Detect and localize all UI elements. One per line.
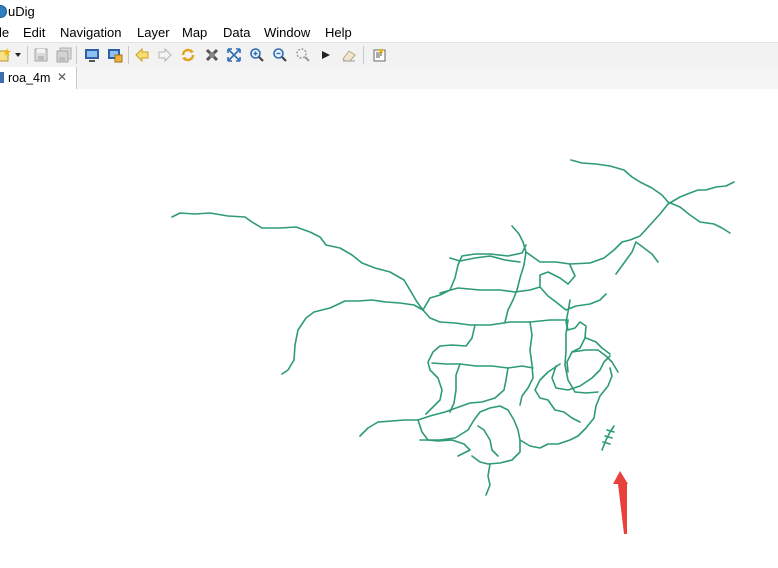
toolbar-separator	[363, 46, 364, 64]
road-segment	[519, 367, 613, 449]
zoom-extent-icon[interactable]	[226, 47, 242, 63]
toolbar-separator	[76, 46, 77, 64]
annotation-arrow	[613, 471, 628, 534]
road-segment	[539, 286, 607, 311]
refresh-icon[interactable]	[180, 47, 196, 63]
zoom-selection-icon[interactable]	[295, 47, 311, 63]
road-segment	[422, 309, 569, 326]
menu-window[interactable]: Window	[264, 25, 310, 40]
main-toolbar	[0, 42, 778, 68]
menu-bar: le Edit Navigation Layer Map Data Window…	[0, 22, 778, 42]
menu-layer[interactable]: Layer	[137, 25, 170, 40]
road-segment	[485, 463, 491, 496]
road-segment	[565, 299, 587, 373]
dropdown-arrow-icon[interactable]	[13, 47, 23, 63]
road-segment	[422, 244, 527, 311]
tab-roa-4m[interactable]: roa_4m ✕	[0, 67, 77, 89]
show-map-icon[interactable]	[84, 47, 100, 63]
new-wizard-icon[interactable]	[0, 47, 12, 63]
road-segment	[431, 362, 534, 369]
tab-label: roa_4m	[8, 71, 51, 85]
menu-file[interactable]: le	[0, 25, 9, 40]
zoom-out-icon[interactable]	[272, 47, 288, 63]
udig-app-icon	[0, 5, 7, 18]
forward-icon[interactable]	[157, 47, 173, 63]
menu-map[interactable]: Map	[182, 25, 207, 40]
toolbar-separator	[128, 46, 129, 64]
stop-icon[interactable]	[204, 47, 220, 63]
map-viewport[interactable]	[0, 89, 778, 568]
eraser-icon[interactable]	[341, 47, 357, 63]
save-all-icon[interactable]	[56, 47, 72, 63]
map-editor-icon	[0, 72, 4, 83]
road-segment	[359, 419, 419, 437]
road-segment	[417, 367, 509, 421]
zoom-in-icon[interactable]	[249, 47, 265, 63]
road-network-layer	[171, 159, 735, 496]
save-icon[interactable]	[33, 47, 49, 63]
title-bar: uDig	[0, 0, 778, 22]
menu-help[interactable]: Help	[325, 25, 352, 40]
road-segment	[551, 355, 611, 391]
map-properties-icon[interactable]	[107, 47, 123, 63]
road-segment	[585, 337, 611, 355]
road-segment	[519, 321, 534, 406]
road-segment	[602, 429, 615, 445]
map-canvas[interactable]	[0, 89, 778, 568]
menu-navigation[interactable]: Navigation	[60, 25, 121, 40]
road-segment	[571, 349, 619, 373]
window-title: uDig	[8, 4, 35, 19]
road-segment	[171, 212, 424, 311]
pan-forward-icon[interactable]	[318, 47, 334, 63]
road-segment	[534, 363, 581, 423]
road-segment	[281, 299, 424, 375]
road-segment	[417, 419, 471, 457]
toolbar-separator	[27, 46, 28, 64]
road-segment	[615, 241, 659, 275]
editor-tab-strip: roa_4m ✕	[0, 67, 778, 90]
road-segment	[439, 264, 576, 294]
road-segment	[504, 225, 527, 323]
road-segment	[477, 425, 499, 457]
back-icon[interactable]	[134, 47, 150, 63]
close-icon[interactable]: ✕	[57, 70, 67, 84]
menu-data[interactable]: Data	[223, 25, 250, 40]
menu-edit[interactable]: Edit	[23, 25, 45, 40]
road-segment	[449, 363, 461, 413]
edit-note-icon[interactable]	[372, 47, 388, 63]
road-segment	[570, 159, 731, 234]
road-segment	[425, 324, 476, 415]
